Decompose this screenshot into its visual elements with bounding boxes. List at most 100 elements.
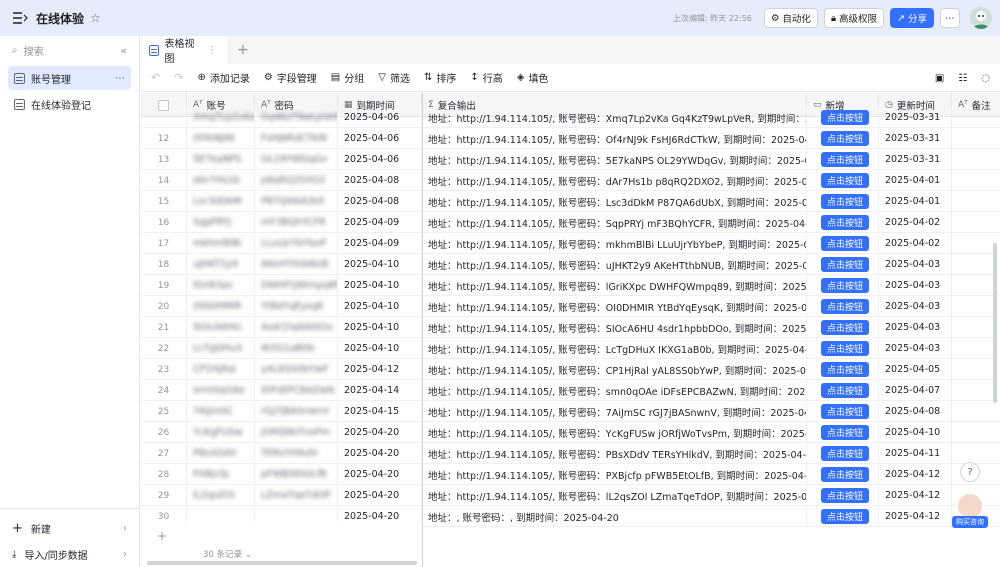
more-icon[interactable]: ⋯ — [115, 73, 125, 84]
note-cell[interactable] — [952, 128, 1000, 149]
account-cell[interactable]: mkhmBlBi — [187, 233, 255, 254]
composite-cell[interactable]: 地址：http://1.94.114.105/, 账号密码：SIOcA6HU 4… — [422, 317, 807, 338]
form-icon[interactable]: ☷ — [958, 73, 967, 84]
click-button[interactable]: 点击按钮 — [821, 173, 870, 188]
table-row[interactable]: 19 lGriKXpc DWHFQWmpq89 2025-04-10 地址：http:/… — [141, 275, 1000, 296]
table-row[interactable]: 28 PXBjcfp pFWB5EtOLfB 2025-04-20 地址：http://… — [141, 464, 1000, 485]
click-button[interactable]: 点击按钮 — [821, 383, 870, 398]
account-cell[interactable]: SqpPRYj — [187, 212, 255, 233]
automation-button[interactable]: ⚙ 自动化 — [763, 8, 818, 28]
password-cell[interactable]: iDFsEPCBAZwN — [255, 380, 338, 401]
updated-cell[interactable]: 2025-04-10 — [879, 422, 952, 443]
expire-cell[interactable]: 2025-04-10 — [338, 296, 422, 317]
account-cell[interactable]: 7AiJmSC — [187, 401, 255, 422]
sidebar-search[interactable]: ⌕ 搜索 « — [0, 36, 139, 64]
table-row[interactable]: 23 CP1HjRal yAL8SS0bYwP 2025-04-12 地址：http:/… — [141, 359, 1000, 380]
account-cell[interactable]: uJHKT2y9 — [187, 254, 255, 275]
add-record-button[interactable]: ⊕ 添加记录 — [197, 70, 249, 85]
updated-cell[interactable]: 2025-04-08 — [879, 401, 952, 422]
table-row[interactable]: 16 SqpPRYj mF3BQhYCFR 2025-04-09 地址：http://1… — [141, 212, 1000, 233]
avatar[interactable] — [970, 7, 992, 29]
expire-cell[interactable]: 2025-04-06 — [338, 128, 422, 149]
account-cell[interactable]: LcTgDHuX — [187, 338, 255, 359]
password-cell[interactable]: jORfjWoTvsPm — [255, 422, 338, 443]
click-button[interactable]: 点击按钮 — [821, 425, 870, 440]
expire-cell[interactable]: 2025-04-09 — [338, 233, 422, 254]
password-cell[interactable]: TERsYHlkdV — [255, 443, 338, 464]
click-button[interactable]: 点击按钮 — [821, 236, 870, 251]
expire-cell[interactable]: 2025-04-10 — [338, 275, 422, 296]
account-cell[interactable]: OI0DHMIR — [187, 296, 255, 317]
table-row[interactable]: 13 5E7kaNPS OL29YWDqGv 2025-04-06 地址：http://… — [141, 149, 1000, 170]
sidebar-item-trial-registration[interactable]: 在线体验登记 — [8, 92, 131, 116]
updated-cell[interactable]: 2025-04-02 — [879, 233, 952, 254]
composite-cell[interactable]: 地址：http://1.94.114.105/, 账号密码：Xmq7Lp2vKa… — [422, 107, 807, 128]
composite-cell[interactable]: 地址：http://1.94.114.105/, 账号密码：YcKgFUSw j… — [422, 422, 807, 443]
table-row[interactable]: Xmq7Lp2vKa Gq4KzT9wLpVeR 2025-04-06 地址：http… — [141, 107, 1000, 128]
composite-cell[interactable]: 地址：http://1.94.114.105/, 账号密码：dAr7Hs1b p… — [422, 170, 807, 191]
menu-icon[interactable] — [12, 12, 28, 24]
tab-table-view[interactable]: 表格视图 ⋮ — [141, 36, 227, 65]
updated-cell[interactable]: 2025-04-03 — [879, 338, 952, 359]
expire-cell[interactable]: 2025-04-14 — [338, 380, 422, 401]
password-cell[interactable]: yAL8SS0bYwP — [255, 359, 338, 380]
updated-cell[interactable]: 2025-03-31 — [879, 128, 952, 149]
composite-cell[interactable]: 地址：http://1.94.114.105/, 账号密码：Of4rNJ9k F… — [422, 128, 807, 149]
click-button[interactable]: 点击按钮 — [821, 131, 870, 146]
filter-button[interactable]: ▽ 筛选 — [378, 70, 410, 85]
updated-cell[interactable]: 2025-04-12 — [879, 506, 952, 527]
updated-cell[interactable]: 2025-04-02 — [879, 212, 952, 233]
clipboard-icon[interactable]: ▣ — [935, 73, 944, 84]
more-options-button[interactable]: ⋯ — [940, 8, 960, 28]
undo-icon[interactable]: ↶ — [151, 71, 160, 84]
table-row[interactable]: 12 Of4rNJ9k FsHJ6RdCTkW 2025-04-06 地址：http:/… — [141, 128, 1000, 149]
vertical-scrollbar[interactable] — [993, 243, 997, 403]
composite-cell[interactable]: 地址：http://1.94.114.105/, 账号密码：SqpPRYj mF… — [422, 212, 807, 233]
record-count[interactable]: 30 条记录 ⌄ — [203, 548, 252, 560]
comment-icon[interactable]: ◌ — [981, 73, 990, 84]
expire-cell[interactable]: 2025-04-12 — [338, 359, 422, 380]
table-row[interactable]: 20 OI0DHMIR YtBdYqEysqK 2025-04-10 地址：http:/… — [141, 296, 1000, 317]
updated-cell[interactable]: 2025-04-03 — [879, 254, 952, 275]
note-cell[interactable] — [952, 191, 1000, 212]
help-button[interactable]: ? — [960, 462, 980, 482]
search-input[interactable]: 搜索 — [24, 43, 44, 58]
password-cell[interactable]: OL29YWDqGv — [255, 149, 338, 170]
table-row[interactable]: 17 mkhmBlBi LLuUjrYbYbeP 2025-04-09 地址：http:… — [141, 233, 1000, 254]
updated-cell[interactable]: 2025-03-31 — [879, 149, 952, 170]
account-cell[interactable]: lGriKXpc — [187, 275, 255, 296]
sidebar-item-account-management[interactable]: 账号管理 ⋯ — [8, 66, 131, 90]
updated-cell[interactable]: 2025-04-01 — [879, 191, 952, 212]
click-button[interactable]: 点击按钮 — [821, 278, 870, 293]
click-button[interactable]: 点击按钮 — [821, 320, 870, 335]
horizontal-scrollbar[interactable] — [147, 561, 417, 565]
redo-icon[interactable]: ↷ — [174, 71, 183, 84]
composite-cell[interactable]: 地址：http://1.94.114.105/, 账号密码：Lsc3dDkM P… — [422, 191, 807, 212]
composite-cell[interactable]: 地址：http://1.94.114.105/, 账号密码：7AiJmSC rG… — [422, 401, 807, 422]
account-cell[interactable]: CP1HjRal — [187, 359, 255, 380]
updated-cell[interactable]: 2025-04-11 — [879, 443, 952, 464]
password-cell[interactable]: LLuUjrYbYbeP — [255, 233, 338, 254]
note-cell[interactable] — [952, 422, 1000, 443]
composite-cell[interactable]: 地址：http://1.94.114.105/, 账号密码：uJHKT2y9 A… — [422, 254, 807, 275]
click-button[interactable]: 点击按钮 — [821, 341, 870, 356]
password-cell[interactable]: pFWB5EtOLfB — [255, 464, 338, 485]
new-button[interactable]: + 新建 › — [0, 515, 139, 541]
star-icon[interactable]: ☆ — [90, 11, 101, 25]
share-button[interactable]: ↗ 分享 — [890, 8, 934, 28]
composite-cell[interactable]: 地址：http://1.94.114.105/, 账号密码：PBsXDdV TE… — [422, 443, 807, 464]
table-row[interactable]: 24 smn0qOAe iDFsEPCBAZwN 2025-04-14 地址：http:… — [141, 380, 1000, 401]
password-cell[interactable]: mF3BQhYCFR — [255, 212, 338, 233]
click-button[interactable]: 点击按钮 — [821, 215, 870, 230]
updated-cell[interactable]: 2025-03-31 — [879, 107, 952, 128]
account-cell[interactable]: smn0qOAe — [187, 380, 255, 401]
table-row[interactable]: 26 YcKgFUSw jORfjWoTvsPm 2025-04-20 地址：http:… — [141, 422, 1000, 443]
updated-cell[interactable]: 2025-04-07 — [879, 380, 952, 401]
click-button[interactable]: 点击按钮 — [821, 488, 870, 503]
updated-cell[interactable]: 2025-04-05 — [879, 359, 952, 380]
table-row[interactable]: 27 PBsXDdV TERsYHlkdV 2025-04-20 地址：http://1… — [141, 443, 1000, 464]
click-button[interactable]: 点击按钮 — [821, 257, 870, 272]
note-cell[interactable] — [952, 443, 1000, 464]
composite-cell[interactable]: 地址：http://1.94.114.105/, 账号密码：smn0qOAe i… — [422, 380, 807, 401]
note-cell[interactable] — [952, 149, 1000, 170]
